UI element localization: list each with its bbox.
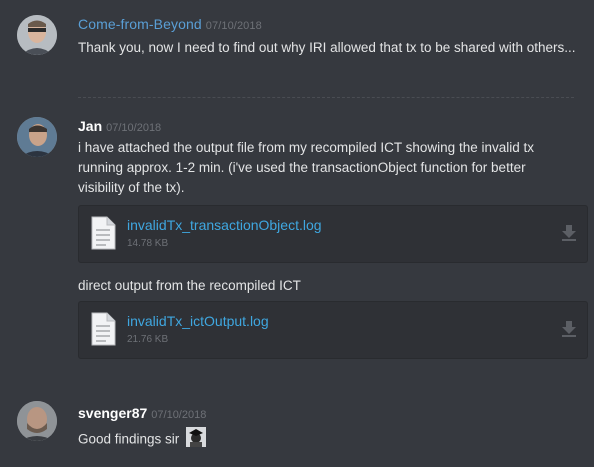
message-text: Thank you, now I need to find out why IR… <box>78 40 576 55</box>
message-text: i have attached the output file from my … <box>78 140 534 195</box>
emoji-icon <box>186 427 207 453</box>
timestamp: 07/10/2018 <box>106 122 162 134</box>
file-icon <box>90 216 116 255</box>
attachment: invalidTx_transactionObject.log 14.78 KB <box>78 205 588 263</box>
username[interactable]: Jan 07/10/2018 <box>78 118 161 134</box>
attachment-size: 21.76 KB <box>127 334 169 345</box>
avatar-svenger87[interactable] <box>17 401 57 441</box>
attachment-size: 14.78 KB <box>127 238 169 249</box>
username[interactable]: Come-from-Beyond 07/10/2018 <box>78 16 262 32</box>
timestamp: 07/10/2018 <box>205 20 262 32</box>
message-divider <box>78 97 574 98</box>
username[interactable]: svenger87 07/10/2018 <box>78 405 206 421</box>
message-text-content: Good findings sir <box>78 431 180 447</box>
attachment-filename-link[interactable]: invalidTx_transactionObject.log <box>127 217 322 233</box>
attachment-filename-link[interactable]: invalidTx_ictOutput.log <box>127 313 269 329</box>
avatar-jan[interactable] <box>17 117 57 157</box>
attachment: invalidTx_ictOutput.log 21.76 KB <box>78 301 588 359</box>
message-text: direct output from the recompiled ICT <box>78 278 301 293</box>
download-icon[interactable] <box>561 320 577 343</box>
file-icon <box>90 312 116 351</box>
avatar-come-from-beyond[interactable] <box>17 15 57 55</box>
timestamp: 07/10/2018 <box>151 409 207 421</box>
download-icon[interactable] <box>561 224 577 247</box>
message-text: Good findings sir <box>78 427 578 453</box>
